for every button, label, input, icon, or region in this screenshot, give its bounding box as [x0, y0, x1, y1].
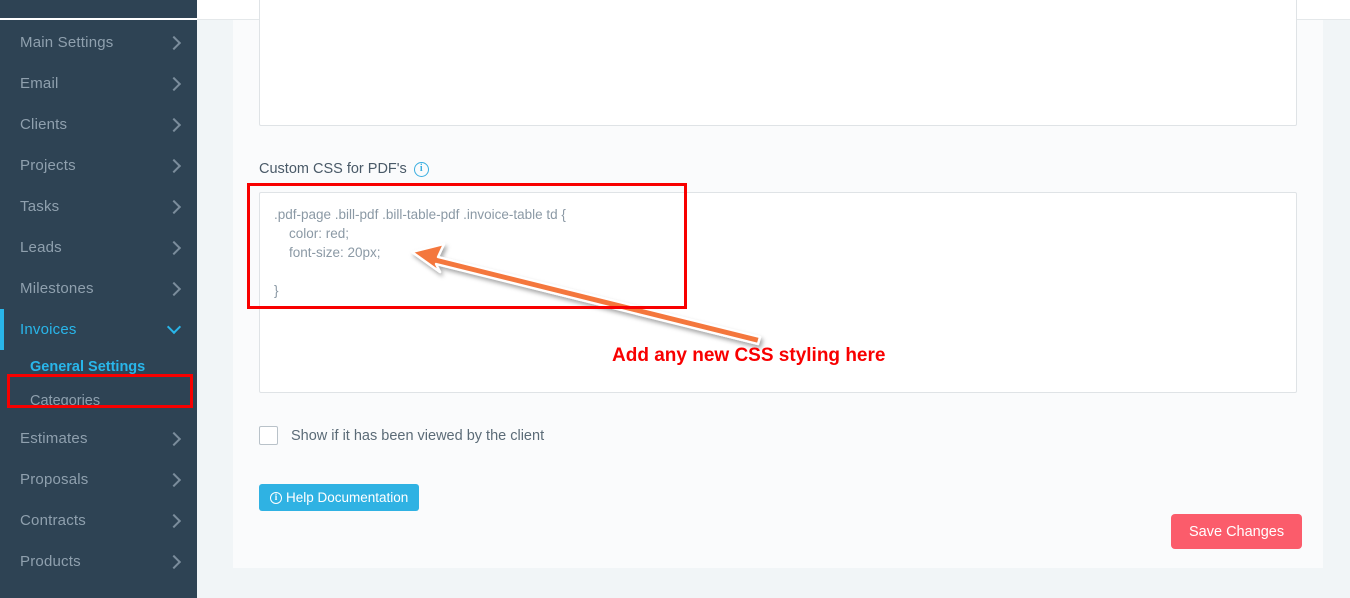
chevron-right-icon — [166, 199, 182, 214]
sidebar-subitem-label: Categories — [30, 393, 101, 409]
save-changes-button[interactable]: Save Changes — [1171, 514, 1303, 549]
sidebar-item-label: Invoices — [20, 321, 77, 338]
show-viewed-checkbox-row: Show if it has been viewed by the client — [259, 426, 544, 445]
show-viewed-checkbox[interactable] — [259, 426, 278, 445]
sidebar-item-email[interactable]: Email — [0, 63, 197, 104]
chevron-down-icon — [166, 319, 182, 335]
app-window: Main Settings Email Clients Projects Tas… — [0, 0, 1350, 598]
sidebar-item-label: Clients — [20, 116, 68, 133]
sidebar-item-invoices[interactable]: Invoices — [0, 309, 197, 350]
sidebar-item-label: Contracts — [20, 512, 86, 529]
sidebar-item-categories[interactable]: Categories — [0, 384, 197, 418]
chevron-right-icon — [166, 35, 182, 50]
chevron-right-icon — [166, 472, 182, 487]
sidebar-subitem-label: General Settings — [30, 359, 146, 375]
chevron-right-icon — [166, 158, 182, 173]
sidebar-item-products[interactable]: Products — [0, 541, 197, 582]
sidebar-item-label: Projects — [20, 157, 76, 174]
sidebar-item-leads[interactable]: Leads — [0, 227, 197, 268]
sidebar-item-estimates[interactable]: Estimates — [0, 418, 197, 459]
info-circle-icon[interactable]: i — [413, 161, 429, 177]
settings-card: Custom CSS for PDF's i .pdf-page .bill-p… — [233, 0, 1323, 568]
sidebar-item-label: Proposals — [20, 471, 89, 488]
chevron-right-icon — [166, 554, 182, 569]
sidebar-item-contracts[interactable]: Contracts — [0, 500, 197, 541]
custom-css-textarea[interactable]: .pdf-page .bill-pdf .bill-table-pdf .inv… — [259, 192, 1297, 393]
chevron-right-icon — [166, 117, 182, 132]
sidebar-item-clients[interactable]: Clients — [0, 104, 197, 145]
sidebar-item-label: Milestones — [20, 280, 94, 297]
chevron-right-icon — [166, 281, 182, 296]
sidebar-item-general-settings[interactable]: General Settings — [0, 350, 197, 384]
sidebar-item-label: Estimates — [20, 430, 88, 447]
sidebar-item-tasks[interactable]: Tasks — [0, 186, 197, 227]
chevron-right-icon — [166, 513, 182, 528]
sidebar-item-label: Leads — [20, 239, 62, 256]
custom-css-label-text: Custom CSS for PDF's — [259, 161, 407, 177]
sidebar-item-label: Products — [20, 553, 81, 570]
sidebar-item-proposals[interactable]: Proposals — [0, 459, 197, 500]
sidebar-item-label: Email — [20, 75, 59, 92]
sidebar-item-main-settings[interactable]: Main Settings — [0, 22, 197, 63]
sidebar-logo-area — [0, 0, 197, 20]
chevron-right-icon — [166, 431, 182, 446]
previous-setting-textarea[interactable] — [259, 0, 1297, 126]
sidebar-item-label: Tasks — [20, 198, 60, 215]
help-documentation-button[interactable]: i Help Documentation — [259, 484, 420, 511]
sidebar-nav: Main Settings Email Clients Projects Tas… — [0, 22, 197, 582]
show-viewed-label: Show if it has been viewed by the client — [291, 427, 545, 444]
chevron-right-icon — [166, 76, 182, 91]
sidebar-item-milestones[interactable]: Milestones — [0, 268, 197, 309]
info-circle-icon: i — [270, 491, 282, 504]
main-content: Custom CSS for PDF's i .pdf-page .bill-p… — [197, 0, 1350, 598]
sidebar-item-projects[interactable]: Projects — [0, 145, 197, 186]
sidebar: Main Settings Email Clients Projects Tas… — [0, 0, 197, 598]
sidebar-item-label: Main Settings — [20, 34, 114, 51]
chevron-right-icon — [166, 240, 182, 255]
help-documentation-label: Help Documentation — [286, 490, 409, 505]
custom-css-label: Custom CSS for PDF's i — [259, 161, 429, 177]
